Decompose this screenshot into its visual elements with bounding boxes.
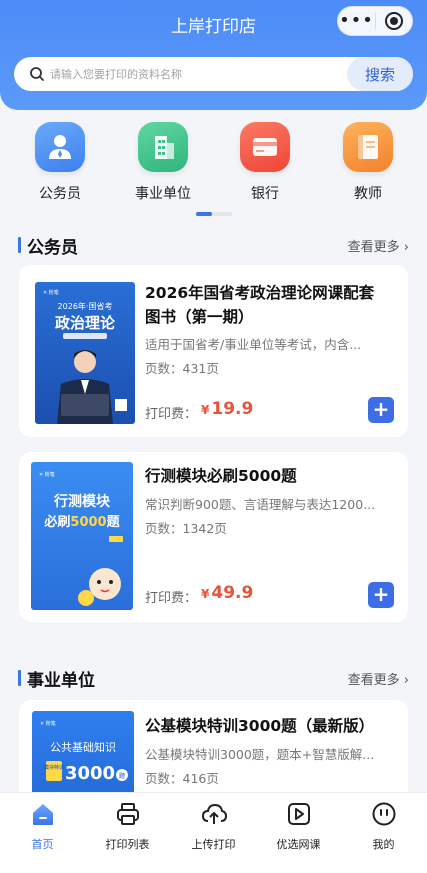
book-description: 适用于国省考/事业单位等考试，内含...	[145, 337, 362, 352]
category-civil-servant[interactable]: 公务员	[15, 122, 105, 203]
book-description: 公基模块特训3000题，题本+智慧版解...	[145, 747, 375, 762]
svg-text:✕ 粉笔: ✕ 粉笔	[40, 720, 56, 727]
book-cover-image: ✕ 粉笔 行测模块 必刷5000题	[31, 462, 133, 610]
printer-icon	[116, 803, 139, 825]
add-to-print-button[interactable]: +	[368, 397, 394, 423]
price-label: 打印费：	[145, 591, 198, 606]
book-card[interactable]: ✕ 粉笔 行测模块 必刷5000题 行测模块必刷5000题 常识判断900题、言…	[19, 452, 408, 622]
tab-profile[interactable]: 我的	[341, 801, 426, 852]
book-page-count: 页数：431页	[145, 361, 219, 376]
cover-year-text: 2026年·国省考	[58, 301, 113, 311]
tab-upload-print[interactable]: 上传打印	[171, 801, 256, 852]
view-more-label: 查看更多	[347, 673, 400, 688]
section-title: 公务员	[27, 238, 78, 258]
book-card[interactable]: ✕ 粉笔 2026年·国省考 政治理论 2026年国省考政治理论网课配套图书（第…	[19, 265, 408, 437]
tab-print-list[interactable]: 打印列表	[85, 801, 170, 852]
section-accent-bar	[18, 237, 21, 253]
category-label: 教师	[354, 186, 382, 202]
tab-label: 上传打印	[191, 838, 236, 851]
search-button[interactable]: 搜索	[347, 57, 413, 91]
search-input[interactable]	[50, 57, 350, 91]
category-page-indicator	[196, 212, 232, 216]
price-label: 打印费：	[145, 407, 198, 422]
mini-program-capsule: •••	[337, 6, 413, 36]
video-play-icon	[287, 803, 310, 825]
cloud-upload-icon	[201, 803, 227, 824]
profile-face-icon	[372, 802, 395, 826]
book-page-count: 页数：416页	[145, 771, 219, 786]
chevron-right-icon: ›	[403, 240, 409, 255]
search-bar: 搜索	[14, 57, 413, 91]
book-title: 公基模块特训3000题（最新版）	[145, 717, 375, 735]
tab-courses[interactable]: 优选网课	[256, 801, 341, 852]
view-more-link[interactable]: 查看更多 ›	[348, 669, 409, 688]
category-public-institution[interactable]: 事业单位	[118, 122, 208, 203]
section-title: 事业单位	[27, 671, 95, 691]
cover-line1-text: 行测模块	[53, 493, 111, 510]
cover-tag-text: 模块特训	[44, 764, 64, 771]
category-label: 事业单位	[135, 186, 191, 202]
home-icon	[32, 804, 53, 825]
cover-number-text: 3000	[65, 763, 115, 784]
add-to-print-button[interactable]: +	[368, 582, 394, 608]
category-label: 银行	[251, 186, 279, 202]
cover-line2-text: 必刷5000题	[43, 514, 120, 530]
bank-card-icon	[240, 122, 290, 172]
bottom-tab-bar: 首页 打印列表 上传打印 优选网课 我的	[0, 792, 427, 873]
tab-home[interactable]: 首页	[0, 801, 85, 852]
search-icon	[30, 67, 44, 81]
target-icon	[384, 12, 403, 30]
cover-unit-text: 题	[119, 773, 125, 780]
book-price: ¥19.9	[201, 399, 253, 419]
currency-symbol: ¥	[201, 403, 210, 417]
book-description: 常识判断900题、言语理解与表达1200...	[145, 497, 376, 512]
section-header-civil-servant: 公务员 查看更多 ›	[0, 233, 427, 258]
tab-label: 优选网课	[276, 838, 321, 851]
civil-servant-icon	[35, 122, 85, 172]
tab-label: 打印列表	[105, 838, 150, 851]
category-teacher[interactable]: 教师	[323, 122, 413, 203]
book-cover-image: ✕ 粉笔 2026年·国省考 政治理论	[35, 282, 135, 424]
view-more-link[interactable]: 查看更多 ›	[348, 236, 409, 255]
tab-label: 我的	[372, 838, 395, 851]
category-bank[interactable]: 银行	[220, 122, 310, 203]
category-label: 公务员	[39, 186, 81, 202]
price-value: 19.9	[211, 399, 254, 419]
building-icon	[138, 122, 188, 172]
currency-symbol: ¥	[201, 587, 210, 601]
header-bar: 上岸打印店 ••• 搜索	[0, 0, 427, 110]
book-title: 行测模块必刷5000题	[145, 467, 297, 485]
book-title: 2026年国省考政治理论网课配套图书（第一期）	[145, 284, 375, 326]
section-header-public-institution: 事业单位 查看更多 ›	[0, 666, 427, 691]
more-menu-button[interactable]: •••	[338, 12, 375, 30]
book-page-count: 页数：1342页	[145, 521, 227, 536]
section-accent-bar	[18, 670, 21, 686]
price-value: 49.9	[211, 583, 254, 603]
teacher-book-icon	[343, 122, 393, 172]
tab-label: 首页	[31, 838, 54, 851]
cover-line1-text: 公共基础知识	[50, 740, 116, 754]
cover-main-text: 政治理论	[55, 314, 116, 332]
close-mini-program-button[interactable]	[376, 12, 412, 30]
view-more-label: 查看更多	[347, 240, 400, 255]
chevron-right-icon: ›	[403, 673, 409, 688]
svg-text:✕ 粉笔: ✕ 粉笔	[43, 289, 59, 296]
svg-text:✕ 粉笔: ✕ 粉笔	[39, 471, 55, 478]
category-grid: 公务员 事业单位 银行 教师	[0, 122, 427, 222]
book-price: ¥49.9	[201, 583, 253, 603]
